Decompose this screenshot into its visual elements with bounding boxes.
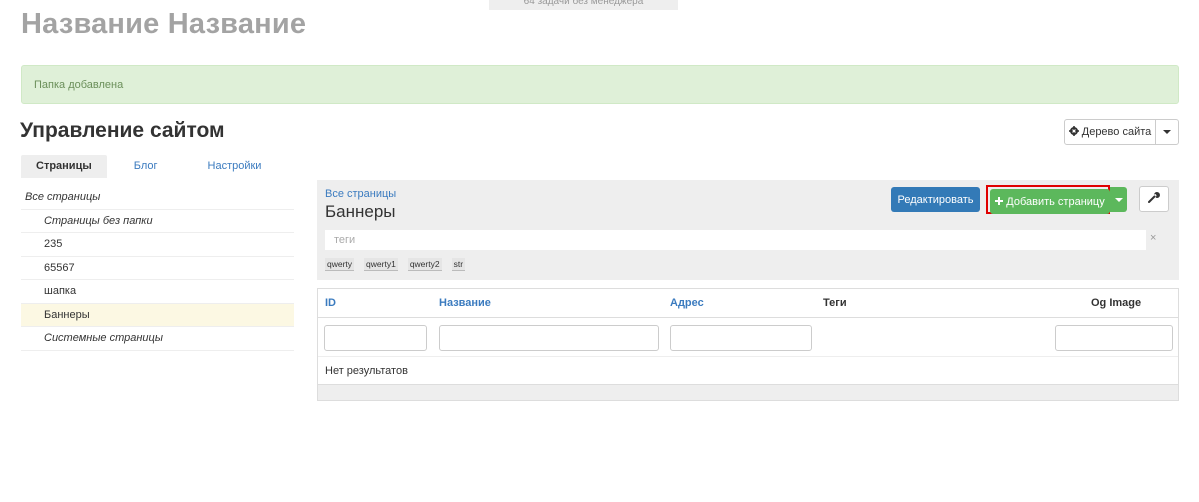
- tab-settings[interactable]: Настройки: [193, 155, 277, 178]
- tag-chip[interactable]: qwerty: [325, 258, 355, 271]
- og-image-filter-input[interactable]: [1055, 325, 1173, 351]
- app-title: Название Название: [21, 8, 307, 40]
- column-tags-header: Теги: [823, 297, 847, 309]
- tab-blog[interactable]: Блог: [119, 155, 173, 178]
- name-filter-input[interactable]: [439, 325, 659, 351]
- sidebar-item-all-pages[interactable]: Все страницы: [21, 186, 294, 210]
- column-id-header[interactable]: ID: [325, 297, 336, 309]
- empty-message: Нет результатов: [325, 365, 408, 377]
- add-page-label: Добавить страницу: [1006, 195, 1105, 208]
- column-address-header[interactable]: Адрес: [670, 297, 704, 309]
- breadcrumb[interactable]: Все страницы: [325, 188, 396, 200]
- column-name-header[interactable]: Название: [439, 297, 491, 309]
- sidebar-item-banners[interactable]: Баннеры: [21, 303, 294, 327]
- tag-chip[interactable]: qwerty1: [364, 258, 398, 271]
- tag-chip[interactable]: qwerty2: [407, 258, 442, 271]
- add-page-highlight: Добавить страницу: [986, 185, 1110, 214]
- page-title: Управление сайтом: [20, 119, 225, 142]
- address-filter-input[interactable]: [670, 325, 812, 351]
- folder-sidebar: Все страницы Страницы без папки 235 6556…: [21, 186, 294, 351]
- grid-header: ID Название Адрес Теги Og Image: [318, 289, 1178, 317]
- success-alert: Папка добавлена: [21, 65, 1179, 104]
- top-tab[interactable]: 64 задачи без менеджера: [489, 0, 678, 10]
- chevron-down-icon: [1163, 130, 1171, 134]
- sidebar-item-header[interactable]: шапка: [21, 280, 294, 304]
- alert-text: Папка добавлена: [34, 79, 124, 91]
- plus-icon: [995, 196, 1004, 208]
- wrench-icon: [1148, 190, 1160, 208]
- id-filter-input[interactable]: [324, 325, 427, 351]
- close-icon[interactable]: ×: [1150, 232, 1156, 244]
- sidebar-item-235[interactable]: 235: [21, 233, 294, 257]
- sidebar-item-system-pages[interactable]: Системные страницы: [21, 327, 294, 351]
- folder-panel-header: Все страницы Баннеры Редактировать Добав…: [317, 180, 1179, 280]
- edit-button[interactable]: Редактировать: [891, 187, 980, 212]
- tag-list: qwerty qwerty1 qwerty2 str: [325, 258, 466, 271]
- site-tree-label: Дерево сайта: [1081, 126, 1152, 138]
- add-page-dropdown-toggle[interactable]: [1110, 187, 1127, 212]
- chevron-down-icon: [1114, 197, 1123, 202]
- tag-chip[interactable]: str: [451, 258, 466, 271]
- column-og-image-header: Og Image: [1091, 297, 1142, 309]
- site-tree-button-group: Дерево сайта: [1064, 119, 1179, 145]
- grid-footer: [318, 384, 1178, 400]
- gear-icon: [1068, 125, 1079, 139]
- tab-pages[interactable]: Страницы: [21, 155, 107, 178]
- section-tabs: Страницы Блог Настройки: [21, 155, 276, 178]
- sidebar-item-65567[interactable]: 65567: [21, 257, 294, 280]
- pages-grid: ID Название Адрес Теги Og Image Нет резу…: [317, 288, 1179, 401]
- site-tree-dropdown-toggle[interactable]: [1156, 120, 1178, 144]
- tags-filter-input[interactable]: теги: [325, 230, 1146, 250]
- folder-title: Баннеры: [325, 202, 396, 221]
- settings-button[interactable]: [1139, 186, 1169, 212]
- divider: [318, 356, 1178, 357]
- sidebar-item-no-folder[interactable]: Страницы без папки: [21, 210, 294, 233]
- divider: [318, 317, 1178, 318]
- site-tree-button[interactable]: Дерево сайта: [1065, 120, 1156, 144]
- add-page-button[interactable]: Добавить страницу: [990, 189, 1110, 214]
